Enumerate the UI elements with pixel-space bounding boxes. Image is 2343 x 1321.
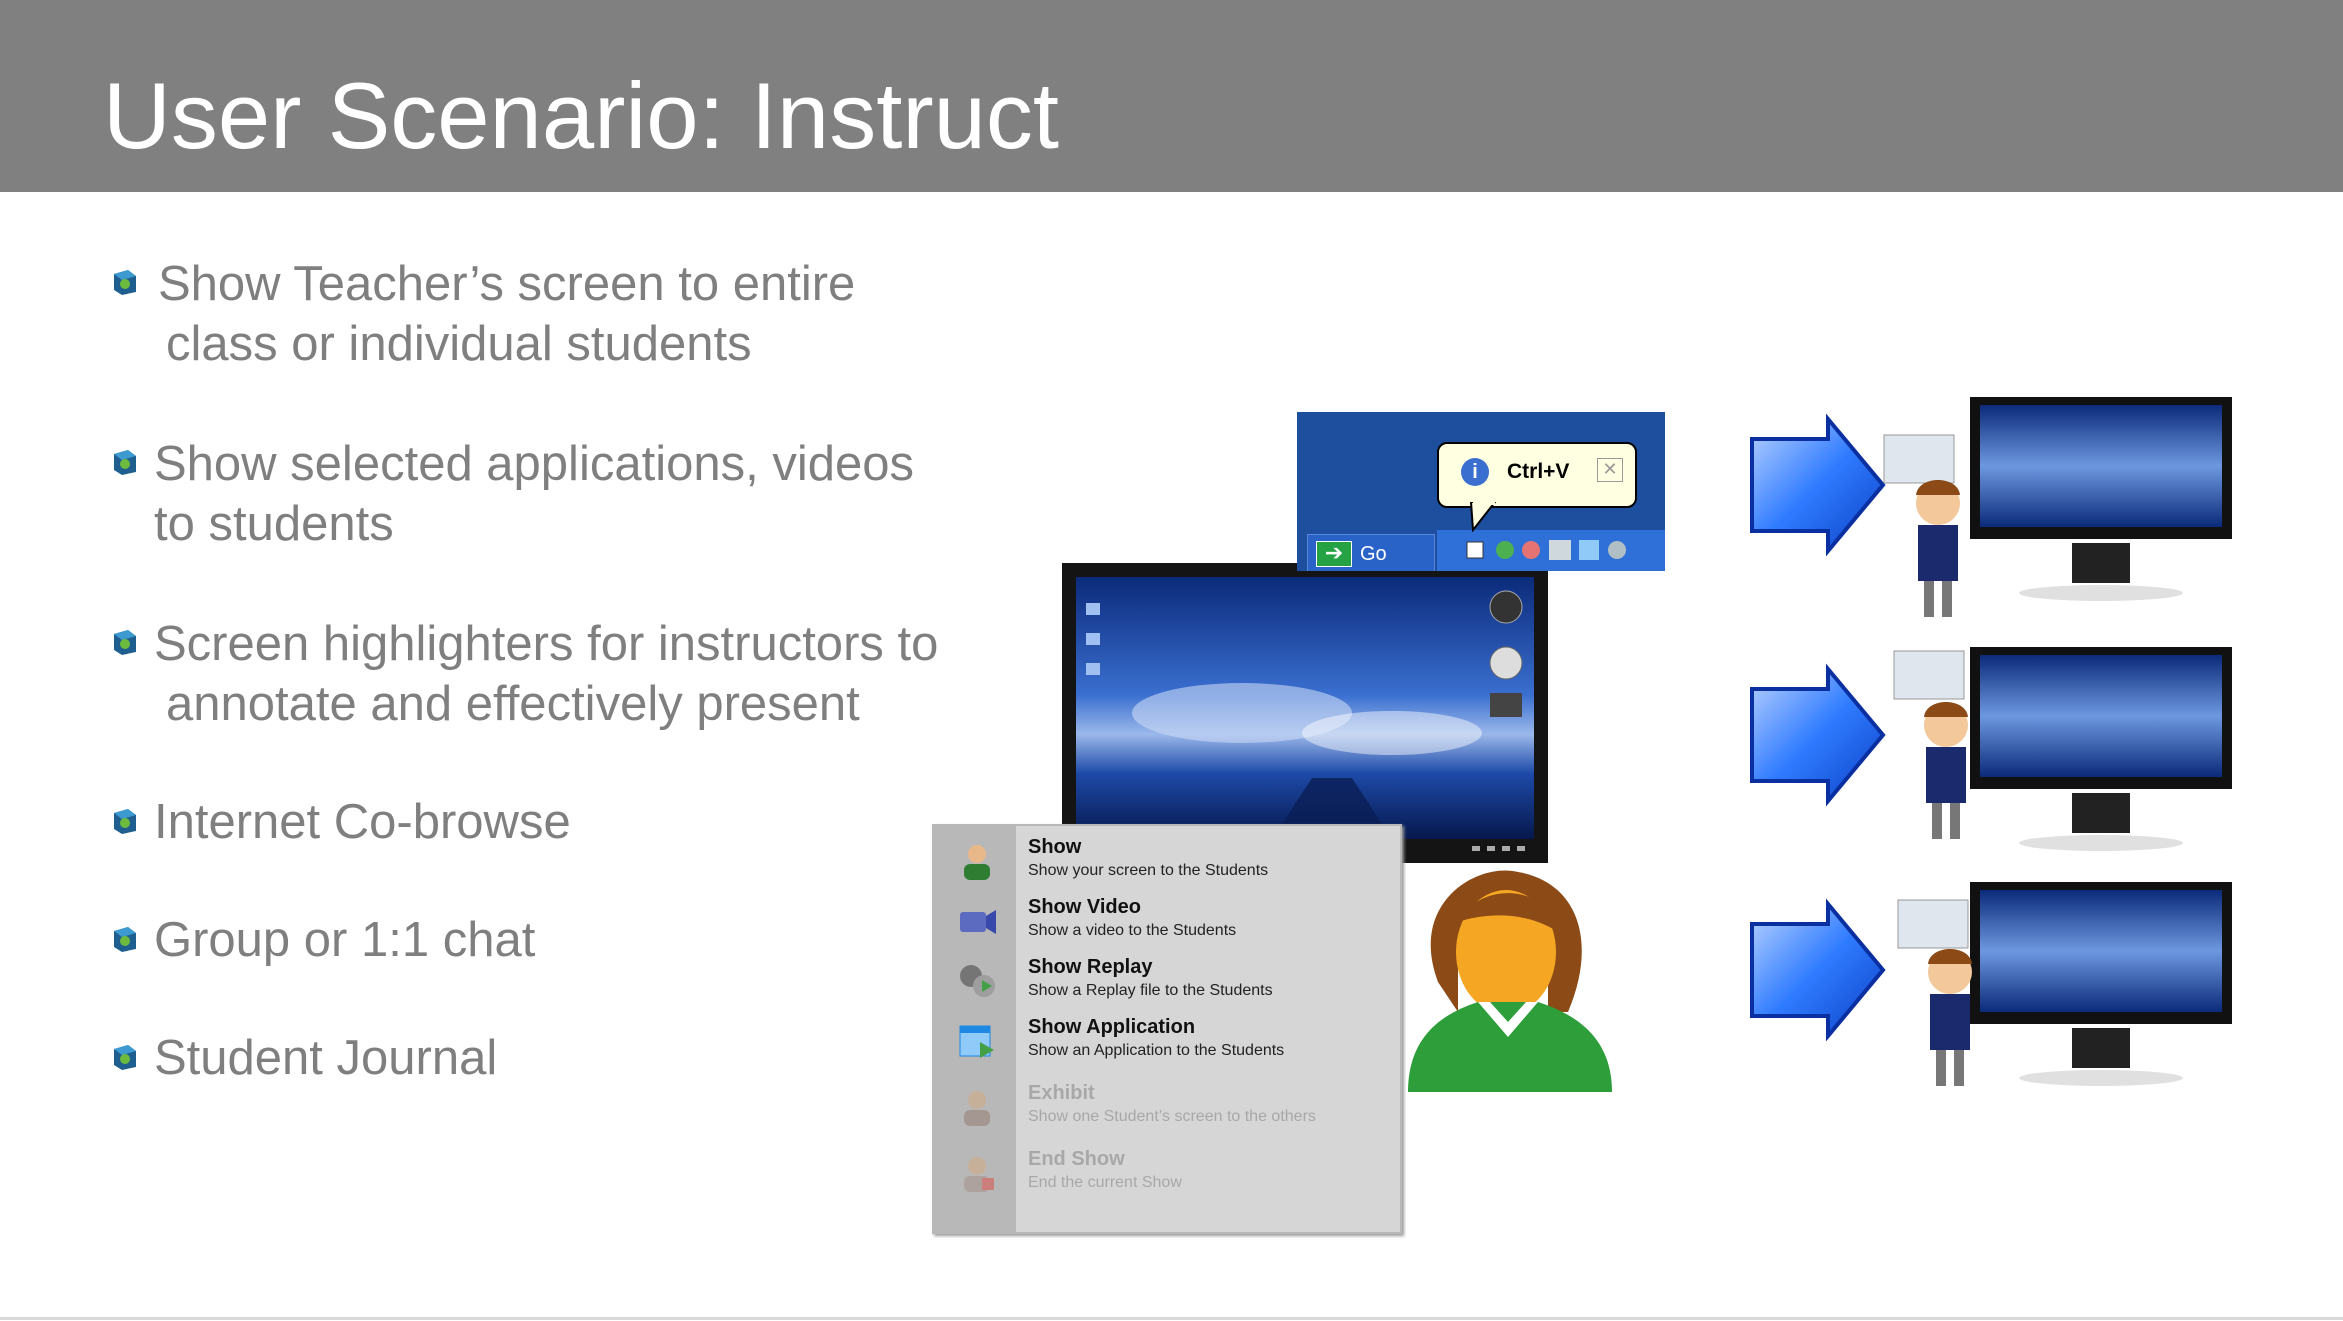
- go-label: Go: [1360, 543, 1387, 565]
- student-station-3: [1750, 882, 2232, 1086]
- go-button[interactable]: ➔ Go: [1307, 534, 1435, 571]
- menu-item-exhibit[interactable]: Exhibit Show one Student’s screen to the…: [934, 1076, 1400, 1136]
- show-menu: Show Show your screen to the Students Sh…: [932, 824, 1402, 1234]
- stop-show-icon: [964, 1157, 994, 1192]
- menu-item-desc: Show one Student’s screen to the others: [1028, 1108, 1316, 1125]
- bullet-marker-icon: [114, 450, 136, 475]
- student-station-2: [1750, 647, 2232, 851]
- menu-item-show-application[interactable]: Show Application Show an Application to …: [934, 1010, 1400, 1070]
- bullet-line: Group or 1:1 chat: [154, 913, 536, 967]
- bullet-item: Internet Co-browse: [154, 792, 571, 852]
- menu-item-show-video[interactable]: Show Video Show a video to the Students: [934, 890, 1400, 950]
- menu-item-title: Show Video: [1028, 896, 1141, 918]
- bullet-item: Show Teacher’s screen to entire class or…: [158, 254, 855, 374]
- menu-item-desc: Show a Replay file to the Students: [1028, 982, 1273, 999]
- bullet-marker-icon: [114, 927, 136, 952]
- balloon-tail: [1469, 502, 1497, 532]
- menu-item-title: Exhibit: [1028, 1082, 1095, 1104]
- bullet-line: annotate and effectively present: [166, 677, 860, 731]
- menu-item-title: Show Application: [1028, 1016, 1196, 1038]
- video-camera-icon: [960, 910, 996, 934]
- bullet-line: Show Teacher’s screen to entire: [158, 257, 856, 311]
- bullet-item: Show selected applications, videos to st…: [154, 434, 914, 554]
- menu-item-title: End Show: [1028, 1148, 1125, 1170]
- bullet-line: Show selected applications, videos: [154, 437, 914, 491]
- menu-item-desc: Show your screen to the Students: [1028, 862, 1269, 879]
- tray-icons: [1466, 540, 1626, 560]
- notification-balloon: i Ctrl+V ✕: [1437, 442, 1637, 508]
- student-icon: [964, 1091, 990, 1126]
- bullet-item: Screen highlighters for instructors to a…: [154, 614, 938, 734]
- teacher-icon: [964, 845, 990, 880]
- bullet-item: Group or 1:1 chat: [154, 910, 535, 970]
- menu-item-desc: End the current Show: [1028, 1174, 1182, 1191]
- menu-item-show[interactable]: Show Show your screen to the Students: [934, 830, 1400, 890]
- info-icon: i: [1461, 458, 1489, 486]
- bullet-line: class or individual students: [166, 317, 752, 371]
- menu-item-desc: Show a video to the Students: [1028, 922, 1237, 939]
- film-reel-icon: [960, 965, 995, 997]
- menu-item-title: Show: [1028, 836, 1082, 858]
- close-icon[interactable]: ✕: [1597, 458, 1623, 482]
- balloon-text: Ctrl+V: [1507, 460, 1570, 483]
- bullet-marker-icon: [114, 270, 136, 295]
- menu-item-show-replay[interactable]: Show Replay Show a Replay file to the St…: [934, 950, 1400, 1010]
- slide-title: User Scenario: Instruct: [103, 63, 1060, 168]
- system-tray: [1437, 530, 1665, 571]
- student-station-1: [1750, 397, 2232, 617]
- bullet-line: Internet Co-browse: [154, 795, 571, 849]
- go-arrow-icon: ➔: [1316, 541, 1352, 567]
- application-icon: [959, 1025, 994, 1058]
- menu-item-title: Show Replay: [1028, 956, 1153, 978]
- bullet-line: Student Journal: [154, 1031, 498, 1085]
- taskbar-crop: ➔ Go i Ctrl+V ✕: [1297, 412, 1665, 571]
- bullet-line: Screen highlighters for instructors to: [154, 617, 939, 671]
- teacher-monitor-image: [1062, 563, 1548, 863]
- bullet-marker-icon: [114, 1045, 136, 1070]
- bullet-marker-icon: [114, 630, 136, 655]
- bullet-item: Student Journal: [154, 1028, 497, 1088]
- menu-item-desc: Show an Application to the Students: [1028, 1042, 1285, 1059]
- bullet-marker-icon: [114, 809, 136, 834]
- footer-divider: [0, 1317, 2343, 1320]
- teacher-avatar-icon: [1408, 870, 1612, 1092]
- bullet-line: to students: [154, 497, 394, 551]
- menu-item-end-show[interactable]: End Show End the current Show: [934, 1142, 1400, 1202]
